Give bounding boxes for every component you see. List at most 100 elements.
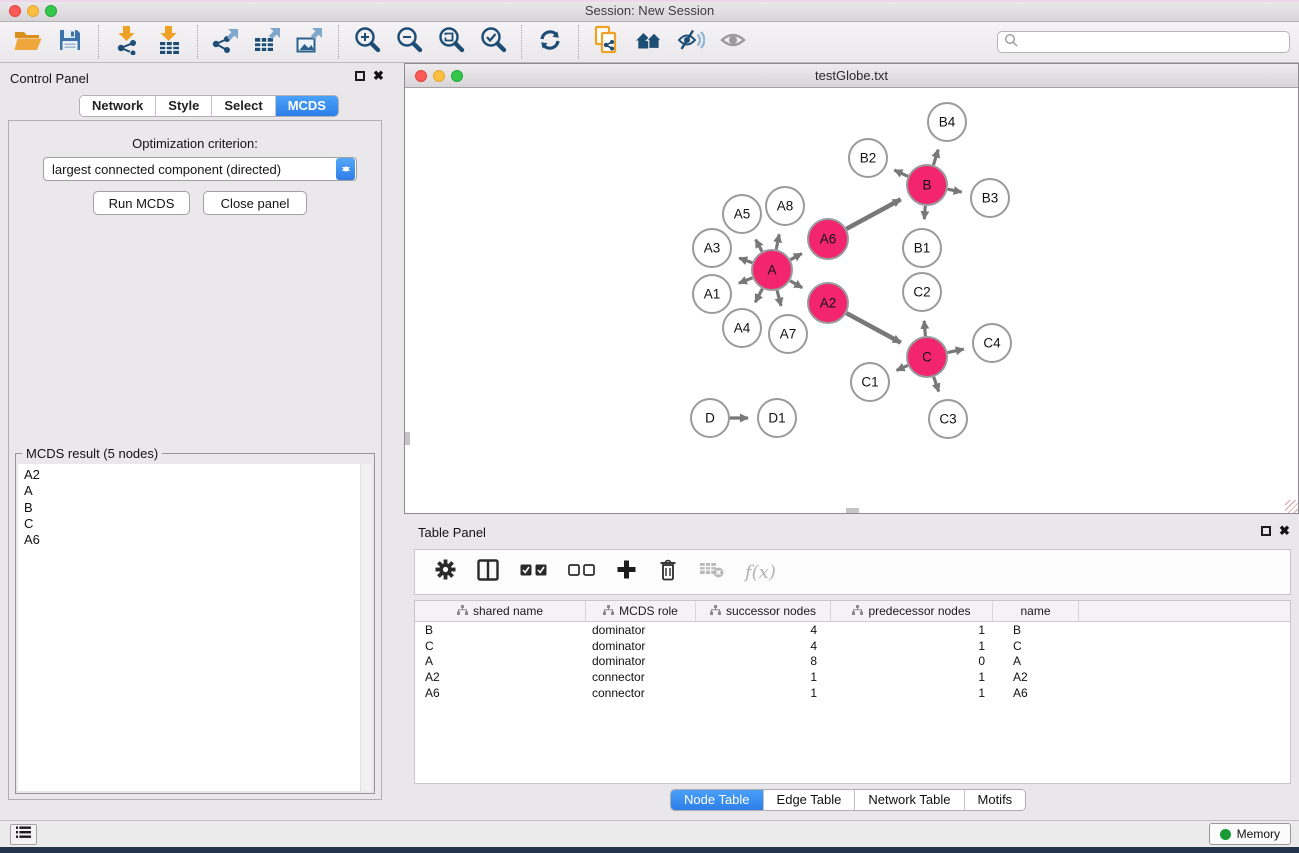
graph-node-A2[interactable]: A2 xyxy=(808,283,848,323)
cell-MCDS-role[interactable]: connector xyxy=(586,670,696,684)
graph-edge-B-B3[interactable] xyxy=(948,189,962,192)
graph-node-A1[interactable]: A1 xyxy=(693,275,731,313)
tab-select[interactable]: Select xyxy=(212,96,275,116)
table-row[interactable]: Bdominator41B xyxy=(415,622,1290,638)
close-panel-icon[interactable]: ✖ xyxy=(373,71,384,81)
graph-node-C[interactable]: C xyxy=(907,337,947,377)
cell-MCDS-role[interactable]: dominator xyxy=(586,654,696,668)
network-close-button[interactable] xyxy=(415,70,427,82)
cell-shared-name[interactable]: A6 xyxy=(415,686,586,700)
cell-shared-name[interactable]: B xyxy=(415,623,586,637)
network-canvas[interactable]: B4B2BB3A8A5A6B1A3AC2A1A2A4A7C4CC1C3DD1 xyxy=(405,89,1298,513)
show-columns-button[interactable] xyxy=(477,559,499,586)
cell-name[interactable]: A xyxy=(993,654,1079,668)
graph-edge-A-A6[interactable] xyxy=(790,254,801,260)
table-row[interactable]: A2connector11A2 xyxy=(415,669,1290,685)
refresh-button[interactable] xyxy=(532,25,568,59)
graph-node-A[interactable]: A xyxy=(752,250,792,290)
graph-node-C2[interactable]: C2 xyxy=(903,273,941,311)
zoom-in-button[interactable] xyxy=(349,25,385,59)
result-item-a6[interactable]: A6 xyxy=(18,532,372,548)
table-row[interactable]: A6connector11A6 xyxy=(415,685,1290,701)
cell-predecessor-nodes[interactable]: 0 xyxy=(831,654,993,668)
column-header-name[interactable]: name xyxy=(993,601,1079,621)
table-row[interactable]: Cdominator41C xyxy=(415,638,1290,654)
cell-successor-nodes[interactable]: 4 xyxy=(696,639,831,653)
export-network-button[interactable] xyxy=(208,25,244,59)
save-session-button[interactable] xyxy=(52,25,88,59)
graph-node-D1[interactable]: D1 xyxy=(758,399,796,437)
hide-details-button[interactable] xyxy=(673,25,709,59)
network-graph[interactable]: B4B2BB3A8A5A6B1A3AC2A1A2A4A7C4CC1C3DD1 xyxy=(405,89,1298,513)
graph-node-C3[interactable]: C3 xyxy=(929,400,967,438)
search-input[interactable] xyxy=(1022,33,1289,51)
cell-name[interactable]: A6 xyxy=(993,686,1079,700)
graph-edge-C-C2[interactable] xyxy=(924,321,925,336)
graph-edge-A-A1[interactable] xyxy=(739,278,753,283)
task-history-button[interactable] xyxy=(10,824,37,845)
graph-node-B1[interactable]: B1 xyxy=(903,229,941,267)
network-window-titlebar[interactable]: testGlobe.txt xyxy=(405,64,1298,88)
graph-edge-A-A5[interactable] xyxy=(756,240,762,252)
graph-node-A4[interactable]: A4 xyxy=(723,309,761,347)
result-item-b[interactable]: B xyxy=(18,500,372,516)
delete-table-button[interactable] xyxy=(699,561,724,583)
zoom-fit-button[interactable] xyxy=(433,25,469,59)
graph-edge-C-C1[interactable] xyxy=(897,365,908,370)
cell-name[interactable]: B xyxy=(993,623,1079,637)
zoom-out-button[interactable] xyxy=(391,25,427,59)
import-table-button[interactable] xyxy=(151,25,187,59)
network-maximize-button[interactable] xyxy=(451,70,463,82)
tab-motifs[interactable]: Motifs xyxy=(965,790,1026,810)
cell-name[interactable]: C xyxy=(993,639,1079,653)
select-all-columns-button[interactable] xyxy=(520,563,547,581)
tab-mcds[interactable]: MCDS xyxy=(276,96,338,116)
graph-node-A7[interactable]: A7 xyxy=(769,315,807,353)
close-window-button[interactable] xyxy=(9,5,21,17)
tab-edge-table[interactable]: Edge Table xyxy=(764,790,856,810)
graph-edge-B-B2[interactable] xyxy=(894,170,908,176)
cell-predecessor-nodes[interactable]: 1 xyxy=(831,639,993,653)
cell-shared-name[interactable]: C xyxy=(415,639,586,653)
network-minimize-button[interactable] xyxy=(433,70,445,82)
table-row[interactable]: Adominator80A xyxy=(415,653,1290,669)
close-panel-button[interactable]: Close panel xyxy=(203,191,307,215)
graph-node-B2[interactable]: B2 xyxy=(849,139,887,177)
graph-edge-C-C3[interactable] xyxy=(934,377,939,392)
result-scrollbar[interactable] xyxy=(360,464,372,791)
unselect-all-columns-button[interactable] xyxy=(568,563,595,581)
cell-successor-nodes[interactable]: 8 xyxy=(696,654,831,668)
minimize-window-button[interactable] xyxy=(27,5,39,17)
graph-edge-A-A2[interactable] xyxy=(790,281,802,288)
cell-predecessor-nodes[interactable]: 1 xyxy=(831,670,993,684)
cell-predecessor-nodes[interactable]: 1 xyxy=(831,623,993,637)
search-field[interactable] xyxy=(997,31,1290,53)
graph-edge-B-B4[interactable] xyxy=(933,150,938,165)
graph-node-C4[interactable]: C4 xyxy=(973,324,1011,362)
graph-node-D[interactable]: D xyxy=(691,399,729,437)
zoom-selected-button[interactable] xyxy=(475,25,511,59)
cell-name[interactable]: A2 xyxy=(993,670,1079,684)
graph-edge-B-B1[interactable] xyxy=(924,206,925,219)
close-table-panel-icon[interactable]: ✖ xyxy=(1279,526,1290,536)
column-header-shared-name[interactable]: shared name xyxy=(415,601,586,621)
cell-MCDS-role[interactable]: connector xyxy=(586,686,696,700)
graph-node-B[interactable]: B xyxy=(907,165,947,205)
result-item-a[interactable]: A xyxy=(18,483,372,499)
graph-edge-A-A4[interactable] xyxy=(755,289,762,303)
create-column-button[interactable] xyxy=(616,559,637,585)
result-item-c[interactable]: C xyxy=(18,516,372,532)
cell-successor-nodes[interactable]: 1 xyxy=(696,686,831,700)
cell-shared-name[interactable]: A xyxy=(415,654,586,668)
cell-successor-nodes[interactable]: 4 xyxy=(696,623,831,637)
graph-edge-A-A8[interactable] xyxy=(776,234,779,249)
float-panel-icon[interactable] xyxy=(355,71,365,81)
cell-predecessor-nodes[interactable]: 1 xyxy=(831,686,993,700)
optimization-criterion-select[interactable]: largest connected component (directed) xyxy=(43,157,357,181)
show-details-button[interactable] xyxy=(715,25,751,59)
maximize-window-button[interactable] xyxy=(45,5,57,17)
cell-MCDS-role[interactable]: dominator xyxy=(586,639,696,653)
network-snapshot-button[interactable] xyxy=(589,25,625,59)
graph-node-A8[interactable]: A8 xyxy=(766,187,804,225)
tab-node-table[interactable]: Node Table xyxy=(671,790,764,810)
